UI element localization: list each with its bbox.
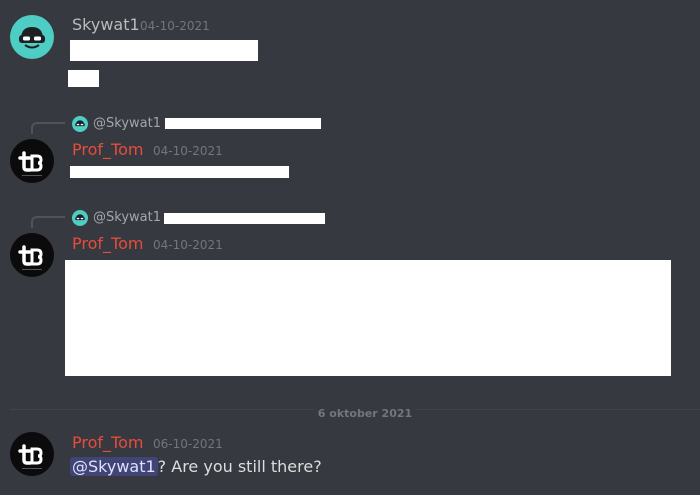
redacted-attachment[interactable]	[65, 260, 671, 376]
author-name[interactable]: Prof_Tom	[72, 234, 143, 254]
avatar-prof-tom[interactable]	[10, 233, 54, 277]
timestamp: 04-10-2021	[153, 238, 223, 252]
redacted-text	[70, 166, 289, 178]
timestamp: 04-10-2021	[140, 19, 210, 33]
reply-avatar	[72, 116, 88, 132]
date-divider-label: 6 oktober 2021	[313, 407, 417, 420]
author-name[interactable]: Prof_Tom	[72, 140, 143, 160]
reply-author[interactable]: @Skywat1	[93, 210, 161, 226]
user-mention[interactable]: @Skywat1	[70, 457, 158, 476]
avatar-prof-tom[interactable]	[10, 432, 54, 476]
message-content: @Skywat1? Are you still there?	[70, 456, 322, 478]
avatar-skywat1[interactable]	[10, 15, 54, 59]
message-text: ? Are you still there?	[157, 457, 322, 476]
redacted-text	[70, 40, 258, 61]
author-name[interactable]: Skywat1	[72, 15, 140, 35]
reply-avatar	[72, 210, 88, 226]
avatar-prof-tom[interactable]	[10, 139, 54, 183]
reply-spine	[31, 216, 65, 228]
robot-mask-icon	[75, 120, 85, 127]
tb-logo-icon	[18, 444, 43, 469]
tb-logo-icon	[18, 151, 43, 176]
date-divider: 6 oktober 2021	[0, 402, 700, 421]
reply-spine	[31, 122, 65, 134]
reply-author[interactable]: @Skywat1	[93, 116, 161, 132]
tb-logo-icon	[18, 245, 43, 270]
timestamp: 06-10-2021	[153, 437, 223, 451]
redacted-reply-text[interactable]	[164, 213, 325, 224]
robot-mask-icon	[75, 214, 85, 221]
redacted-reply-text[interactable]	[165, 118, 321, 129]
timestamp: 04-10-2021	[153, 144, 223, 158]
author-name[interactable]: Prof_Tom	[72, 433, 143, 453]
redacted-text	[68, 70, 99, 87]
robot-mask-icon	[19, 27, 45, 49]
